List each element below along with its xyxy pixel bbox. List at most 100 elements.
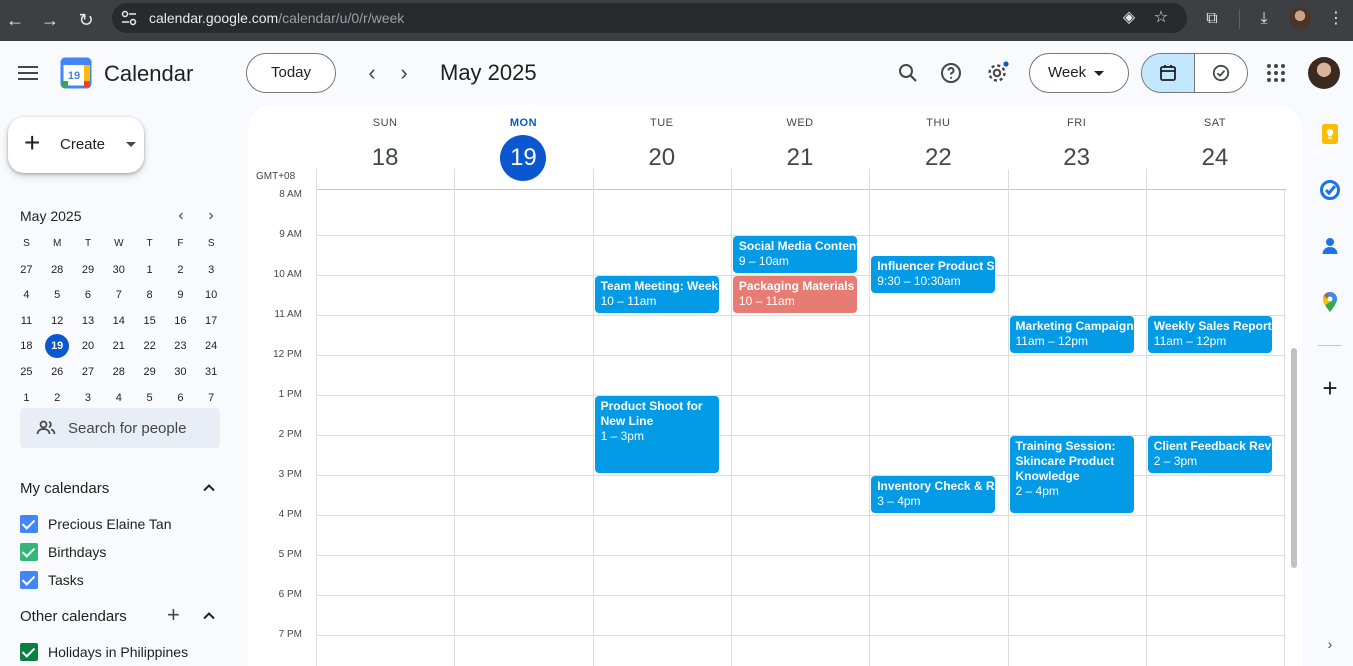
mini-day[interactable]: 17 <box>196 309 227 335</box>
search-for-people-input[interactable]: Search for people <box>20 408 220 448</box>
search-icon[interactable] <box>896 61 920 85</box>
calendar-checkbox[interactable] <box>20 643 38 661</box>
mini-day[interactable]: 9 <box>165 283 196 309</box>
settings-gear-icon[interactable] <box>985 61 1009 85</box>
calendar-event[interactable]: Team Meeting: Week 10 – 11am <box>594 276 719 313</box>
site-settings-icon[interactable] <box>120 9 138 27</box>
my-calendars-title[interactable]: My calendars <box>20 480 109 497</box>
mini-day[interactable]: 21 <box>103 334 134 360</box>
other-calendars-title[interactable]: Other calendars <box>20 608 127 625</box>
mini-day[interactable]: 14 <box>103 309 134 335</box>
calendar-item[interactable]: Birthdays <box>20 542 220 562</box>
mini-day[interactable]: 27 <box>11 258 42 284</box>
collapse-chevron-up-icon[interactable] <box>201 608 217 624</box>
mini-day[interactable]: 29 <box>134 360 165 386</box>
google-apps-icon[interactable] <box>1267 64 1285 82</box>
forward-icon[interactable]: → <box>38 8 62 32</box>
calendar-item[interactable]: Tasks <box>20 570 220 590</box>
day-header-fri[interactable]: FRI 23 <box>1008 105 1146 190</box>
calendar-event[interactable]: Training Session: Skincare Product Knowl… <box>1009 436 1134 513</box>
calendar-item[interactable]: Precious Elaine Tan <box>20 514 220 534</box>
mini-day[interactable]: 8 <box>134 283 165 309</box>
mini-day[interactable]: 6 <box>73 283 104 309</box>
collapse-chevron-up-icon[interactable] <box>201 480 217 496</box>
mini-day[interactable]: 28 <box>42 258 73 284</box>
mini-day[interactable]: 2 <box>165 258 196 284</box>
day-header-tue[interactable]: TUE 20 <box>593 105 731 190</box>
extensions-icon[interactable]: ⧉ <box>1201 8 1223 30</box>
mini-day[interactable]: 31 <box>196 360 227 386</box>
calendar-event[interactable]: Client Feedback Revi 2 – 3pm <box>1147 436 1273 473</box>
calendar-event[interactable]: Influencer Product S 9:30 – 10:30am <box>871 256 996 293</box>
mini-next-month-icon[interactable]: › <box>200 205 222 227</box>
mini-day-selected[interactable]: 19 <box>42 334 73 360</box>
add-other-calendar-icon[interactable]: + <box>167 604 180 626</box>
address-bar[interactable]: calendar.google.com/calendar/u/0/r/week … <box>112 3 1187 33</box>
today-date-number[interactable]: 19 <box>500 135 547 181</box>
mini-day[interactable]: 30 <box>165 360 196 386</box>
mini-day[interactable]: 22 <box>134 334 165 360</box>
mini-day[interactable]: 1 <box>134 258 165 284</box>
browser-profile-avatar[interactable] <box>1289 7 1311 29</box>
mini-day[interactable]: 16 <box>165 309 196 335</box>
day-header-sun[interactable]: SUN 18 <box>316 105 454 190</box>
mini-day[interactable]: 15 <box>134 309 165 335</box>
previous-week-icon[interactable]: ‹ <box>359 60 385 86</box>
mini-day[interactable]: 25 <box>11 360 42 386</box>
date-number[interactable]: 24 <box>1192 135 1238 181</box>
calendar-event[interactable]: Inventory Check & Re 3 – 4pm <box>871 476 996 513</box>
calendar-event[interactable]: Product Shoot for New Line 1 – 3pm <box>594 396 719 473</box>
mini-day[interactable]: 11 <box>11 309 42 335</box>
calendar-event[interactable]: Weekly Sales Report 11am – 12pm <box>1147 316 1273 353</box>
today-button[interactable]: Today <box>246 53 336 93</box>
day-header-mon[interactable]: MON 19 <box>454 105 592 190</box>
calendar-checkbox[interactable] <box>20 571 38 589</box>
reload-icon[interactable]: ↻ <box>74 8 98 32</box>
tasks-view-toggle[interactable] <box>1196 54 1247 92</box>
mini-day[interactable]: 4 <box>11 283 42 309</box>
date-number[interactable]: 21 <box>777 135 823 181</box>
mini-day[interactable]: 18 <box>11 334 42 360</box>
mini-day[interactable]: 7 <box>103 283 134 309</box>
mini-day[interactable]: 30 <box>103 258 134 284</box>
calendar-checkbox[interactable] <box>20 543 38 561</box>
hide-side-panel-icon[interactable]: › <box>1322 636 1338 652</box>
mini-day[interactable]: 23 <box>165 334 196 360</box>
calendar-view-toggle[interactable] <box>1142 54 1195 92</box>
mini-day[interactable]: 27 <box>73 360 104 386</box>
mini-day[interactable]: 20 <box>73 334 104 360</box>
browser-menu-icon[interactable]: ⋮ <box>1325 8 1347 30</box>
date-number[interactable]: 20 <box>639 135 685 181</box>
download-icon[interactable]: ⤓ <box>1253 8 1275 30</box>
day-header-thu[interactable]: THU 22 <box>869 105 1007 190</box>
mini-day[interactable]: 3 <box>196 258 227 284</box>
mini-prev-month-icon[interactable]: ‹ <box>170 205 192 227</box>
main-menu-icon[interactable] <box>16 62 40 86</box>
mini-day[interactable]: 29 <box>73 258 104 284</box>
keep-icon[interactable] <box>1318 122 1342 146</box>
calendar-event[interactable]: Packaging Materials 10 – 11am <box>732 276 858 313</box>
calendar-item[interactable]: Holidays in Philippines <box>20 642 220 662</box>
back-icon[interactable]: ← <box>3 8 27 32</box>
mini-day[interactable]: 10 <box>196 283 227 309</box>
calendar-event[interactable]: Marketing Campaign 11am – 12pm <box>1009 316 1134 353</box>
get-add-ons-icon[interactable]: + <box>1318 375 1342 401</box>
day-header-sat[interactable]: SAT 24 <box>1146 105 1284 190</box>
bookmark-star-icon[interactable]: ☆ <box>1152 9 1170 27</box>
mini-day[interactable]: 12 <box>42 309 73 335</box>
contacts-icon[interactable] <box>1318 234 1342 258</box>
account-avatar[interactable] <box>1308 57 1340 89</box>
mini-day[interactable]: 24 <box>196 334 227 360</box>
date-number[interactable]: 18 <box>362 135 408 181</box>
date-number[interactable]: 22 <box>915 135 961 181</box>
day-header-wed[interactable]: WED 21 <box>731 105 869 190</box>
view-selector[interactable]: Week <box>1029 53 1129 93</box>
mini-day[interactable]: 5 <box>42 283 73 309</box>
mini-day[interactable]: 13 <box>73 309 104 335</box>
date-number[interactable]: 23 <box>1054 135 1100 181</box>
create-button[interactable]: + Create <box>8 117 144 173</box>
mini-day[interactable]: 28 <box>103 360 134 386</box>
lens-icon[interactable]: ◈ <box>1120 9 1138 27</box>
maps-icon[interactable] <box>1318 290 1342 314</box>
mini-day[interactable]: 26 <box>42 360 73 386</box>
